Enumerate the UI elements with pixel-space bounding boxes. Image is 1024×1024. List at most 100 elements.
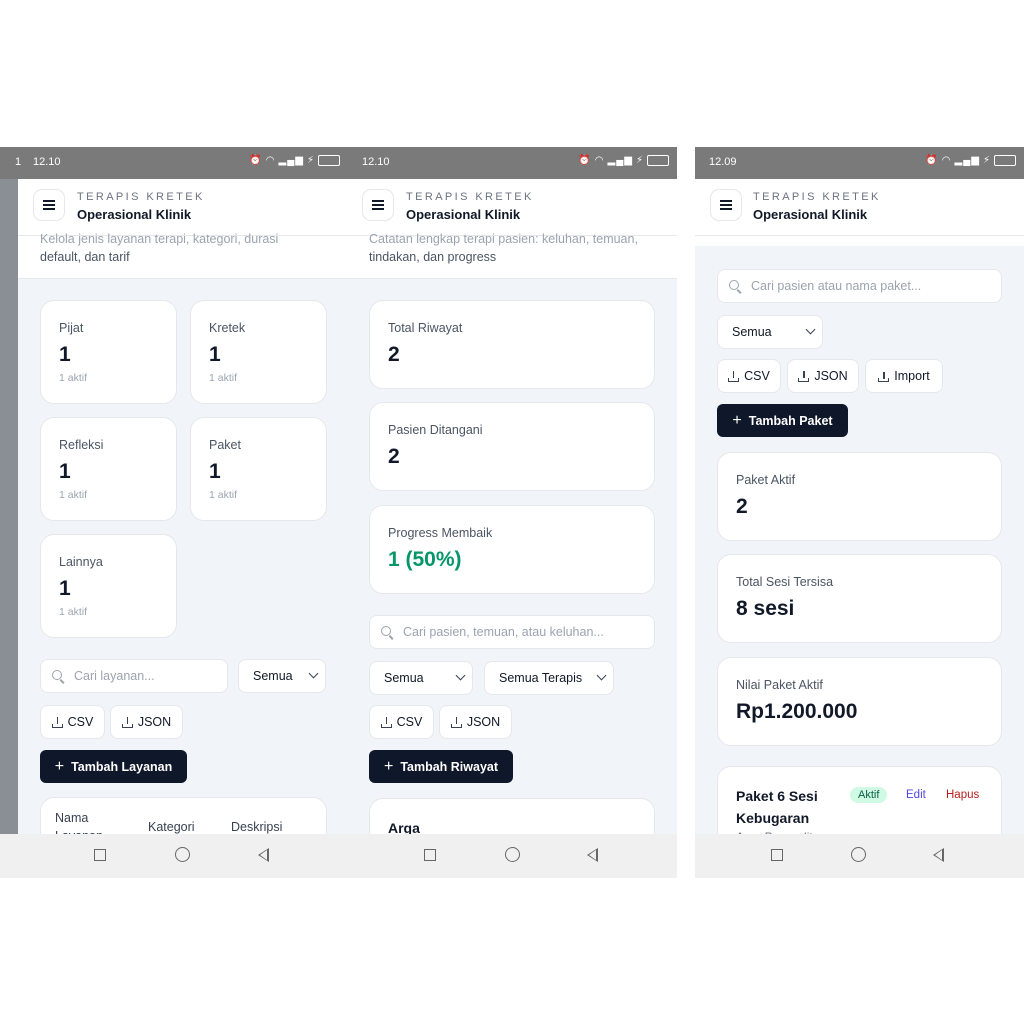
status-filter-select[interactable]: Semua [369,661,473,695]
package-name-line2: Kebugaran [736,810,810,826]
export-json-button[interactable]: JSON [787,359,859,393]
download-icon [380,716,392,728]
home-icon[interactable] [505,847,520,862]
delete-package-link[interactable]: Hapus [946,789,979,801]
stat-note: 1 aktif [209,372,238,384]
stat-label: Progress Membaik [388,526,493,540]
back-icon[interactable] [587,848,598,862]
table-header-name: Nama [55,811,89,825]
wifi-icon: ◠ [265,155,276,166]
add-history-button[interactable]: + Tambah Riwayat [369,750,513,783]
export-json-button[interactable]: JSON [110,705,183,739]
app-bar: TERAPIS KRETEK Operasional Klinik [348,179,677,236]
android-nav-bar [695,834,1024,878]
stat-card-pijat: Pijat 1 1 aktif [40,300,177,404]
export-csv-button[interactable]: CSV [40,705,105,739]
button-label: CSV [744,369,770,383]
therapist-filter-select[interactable]: Semua Terapis [484,661,614,695]
phone-screen-history: 12.10 ⏰ ◠ ▂▄▆ ⚡ TERAPIS KRETEK Operasion… [348,147,677,878]
home-icon[interactable] [175,847,190,862]
plus-icon: + [383,757,394,775]
plus-icon: + [54,757,65,775]
button-label: JSON [137,715,172,729]
app-title: Operasional Klinik [406,207,521,222]
search-input[interactable]: Cari pasien, temuan, atau keluhan... [369,615,655,649]
chevron-down-icon [455,670,466,681]
button-label: CSV [67,715,94,729]
stat-value: 2 [388,445,400,468]
add-service-button[interactable]: + Tambah Layanan [40,750,187,783]
status-filter-select[interactable]: Semua [717,315,823,349]
status-left: 1 [15,156,22,168]
page-header: Catatan lengkap terapi pasien: keluhan, … [348,232,677,279]
export-csv-button[interactable]: CSV [717,359,781,393]
chevron-down-icon [805,324,816,335]
stat-card-kretek: Kretek 1 1 aktif [190,300,327,404]
battery-icon [647,155,669,166]
search-input[interactable]: Cari pasien atau nama paket... [717,269,1002,303]
recent-apps-icon[interactable] [771,849,783,861]
recent-apps-icon[interactable] [424,849,436,861]
app-title: Operasional Klinik [77,207,192,222]
stat-card-lainnya: Lainnya 1 1 aktif [40,534,177,638]
search-icon [52,670,62,680]
stat-value: 8 sesi [736,597,795,620]
menu-button[interactable] [710,189,742,221]
menu-button[interactable] [362,189,394,221]
stat-card-package-value: Nilai Paket Aktif Rp1.200.000 [717,657,1002,746]
stat-note: 1 aktif [59,372,88,384]
add-package-button[interactable]: + Tambah Paket [717,404,848,437]
stat-value: 1 [59,460,71,483]
button-label: Tambah Layanan [71,759,173,774]
home-icon[interactable] [851,847,866,862]
page-header: Kelola jenis layanan terapi, kategori, d… [18,232,348,279]
stat-note: 1 aktif [59,489,88,501]
page-subtitle-line2: tindakan, dan progress [369,250,497,264]
search-input[interactable]: Cari layanan... [40,659,228,693]
stat-card-refleksi: Refleksi 1 1 aktif [40,417,177,521]
hamburger-icon [720,204,732,206]
export-json-button[interactable]: JSON [439,705,512,739]
stat-label: Nilai Paket Aktif [736,678,823,692]
export-csv-button[interactable]: CSV [369,705,434,739]
stat-label: Pasien Ditangani [388,423,483,437]
stat-value: 1 [209,343,221,366]
stat-label: Kretek [209,321,246,335]
select-value: Semua [732,325,772,339]
back-icon[interactable] [258,848,269,862]
search-icon [729,280,739,290]
stat-value: 1 [209,460,221,483]
back-icon[interactable] [933,848,944,862]
app-bar: TERAPIS KRETEK Operasional Klinik [695,179,1024,236]
signal-icon: ▂▄▆ [607,155,633,166]
stat-value: 2 [736,495,748,518]
stat-note: 1 aktif [209,489,238,501]
status-time: 12.10 [362,156,390,168]
stat-label: Pijat [59,321,84,335]
recent-apps-icon[interactable] [94,849,106,861]
status-bar: 12.09 ⏰ ◠ ▂▄▆ ⚡ [695,147,1024,179]
alarm-icon: ⏰ [249,155,263,166]
edit-package-link[interactable]: Edit [906,789,926,801]
stat-label: Paket [209,438,241,452]
brand-label: TERAPIS KRETEK [406,191,534,203]
android-nav-bar [0,834,348,878]
select-value: Semua [253,669,293,683]
category-filter-select[interactable]: Semua [238,659,326,693]
wifi-icon: ◠ [941,155,952,166]
brand-label: TERAPIS KRETEK [753,191,881,203]
import-button[interactable]: Import [865,359,943,393]
button-label: JSON [814,369,848,383]
stat-value: 2 [388,343,400,366]
stat-card-progress: Progress Membaik 1 (50%) [369,505,655,594]
status-time: 12.10 [33,156,61,168]
menu-button[interactable] [33,189,65,221]
upload-icon [878,371,890,382]
download-icon [728,370,740,382]
battery-icon [318,155,340,166]
hamburger-icon [43,204,55,206]
phone-screen-services: 1 12.10 ⏰ ◠ ▂▄▆ ⚡ TERAPIS KRETEK Operasi… [0,147,348,878]
stat-card-active-packages: Paket Aktif 2 [717,452,1002,541]
download-icon [121,716,133,728]
stat-value: 1 [59,577,71,600]
